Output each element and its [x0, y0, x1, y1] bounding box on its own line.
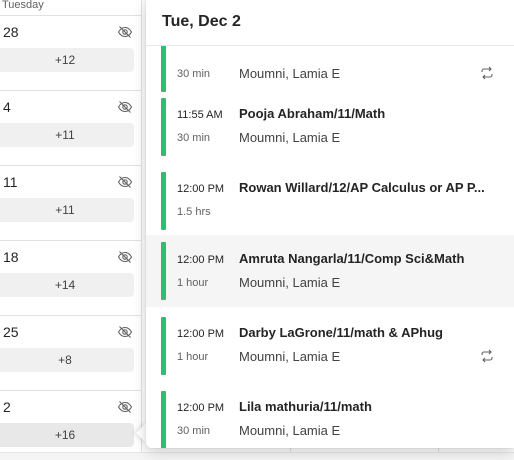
event-duration: 1 hour [177, 277, 209, 289]
popup-header: Tue, Dec 2 [146, 0, 514, 46]
hide-icon[interactable] [117, 174, 133, 190]
more-events-button[interactable]: +12 [0, 48, 134, 72]
week-cell[interactable]: 4 +11 [0, 91, 142, 166]
hide-icon[interactable] [117, 24, 133, 40]
more-events-button[interactable]: +8 [0, 348, 134, 372]
day-header: Tuesday [0, 0, 142, 16]
date-number: 28 [3, 24, 19, 40]
event-item[interactable]: 12:00 PM 30 min Lila mathuria/11/math Mo… [146, 387, 514, 448]
event-time: 12:00 PM [177, 328, 225, 340]
week-cell[interactable]: 25 +8 [0, 316, 142, 391]
event-time: 11:55 AM [177, 109, 223, 121]
hide-icon[interactable] [117, 99, 133, 115]
day-events-popup: Tue, Dec 2 30 min Moumni, Lamia E 11:55 … [146, 0, 514, 448]
more-events-button[interactable]: +11 [0, 198, 134, 222]
event-duration: 1.5 hrs [177, 206, 211, 218]
event-color-bar [161, 242, 166, 300]
event-duration: 30 min [177, 68, 211, 80]
calendar-column: Tuesday 28 +12 4 +11 11 +11 18 +14 25 +8 [0, 0, 142, 460]
recurring-icon [481, 349, 493, 363]
event-organizer: Moumni, Lamia E [239, 275, 341, 290]
event-duration: 1 hour [177, 351, 209, 363]
event-duration: 30 min [177, 132, 211, 144]
more-events-button[interactable]: +14 [0, 273, 134, 297]
event-duration: 30 min [177, 425, 211, 437]
event-title: Lila mathuria/11/math [239, 399, 372, 414]
event-title: Darby LaGrone/11/math & APhug [239, 325, 443, 340]
event-time: 12:00 PM [177, 254, 225, 266]
event-color-bar [161, 46, 166, 92]
date-number: 25 [3, 324, 19, 340]
week-cell[interactable]: 18 +14 [0, 241, 142, 316]
recurring-icon [481, 66, 493, 80]
hide-icon[interactable] [117, 399, 133, 415]
event-item[interactable]: 12:00 PM 1.5 hrs Rowan Willard/12/AP Cal… [146, 168, 514, 234]
event-item[interactable]: 12:00 PM 1 hour Amruta Nangarla/11/Comp … [146, 235, 514, 307]
event-item[interactable]: 30 min Moumni, Lamia E [146, 46, 514, 96]
week-cell[interactable]: 28 +12 [0, 16, 142, 91]
event-organizer: Moumni, Lamia E [239, 349, 341, 364]
week-cell[interactable]: 11 +11 [0, 166, 142, 241]
event-time: 12:00 PM [177, 183, 225, 195]
event-item[interactable]: 11:55 AM 30 min Pooja Abraham/11/Math Mo… [146, 94, 514, 160]
date-number: 18 [3, 249, 19, 265]
more-events-button[interactable]: +16 [0, 423, 134, 447]
event-organizer: Moumni, Lamia E [239, 130, 341, 145]
more-events-button[interactable]: +11 [0, 123, 134, 147]
event-color-bar [161, 172, 166, 230]
event-organizer: Moumni, Lamia E [239, 66, 341, 81]
event-title: Pooja Abraham/11/Math [239, 106, 386, 121]
event-time: 12:00 PM [177, 402, 225, 414]
calendar-app: Tuesday 28 +12 4 +11 11 +11 18 +14 25 +8 [0, 0, 514, 460]
popup-title: Tue, Dec 2 [162, 13, 241, 30]
event-title: Rowan Willard/12/AP Calculus or AP P... [239, 180, 485, 195]
bottom-bar [0, 452, 514, 460]
event-title: Amruta Nangarla/11/Comp Sci&Math [239, 251, 465, 266]
event-item[interactable]: 12:00 PM 1 hour Darby LaGrone/11/math & … [146, 313, 514, 379]
date-number: 4 [3, 99, 11, 115]
event-list: 30 min Moumni, Lamia E 11:55 AM 30 min P… [146, 46, 514, 448]
date-number: 11 [3, 174, 18, 190]
event-color-bar [161, 391, 166, 448]
hide-icon[interactable] [117, 249, 133, 265]
week-cell[interactable]: 2 +16 [0, 391, 142, 460]
event-color-bar [161, 317, 166, 375]
date-number: 2 [3, 399, 11, 415]
hide-icon[interactable] [117, 324, 133, 340]
event-color-bar [161, 98, 166, 156]
event-organizer: Moumni, Lamia E [239, 423, 341, 438]
